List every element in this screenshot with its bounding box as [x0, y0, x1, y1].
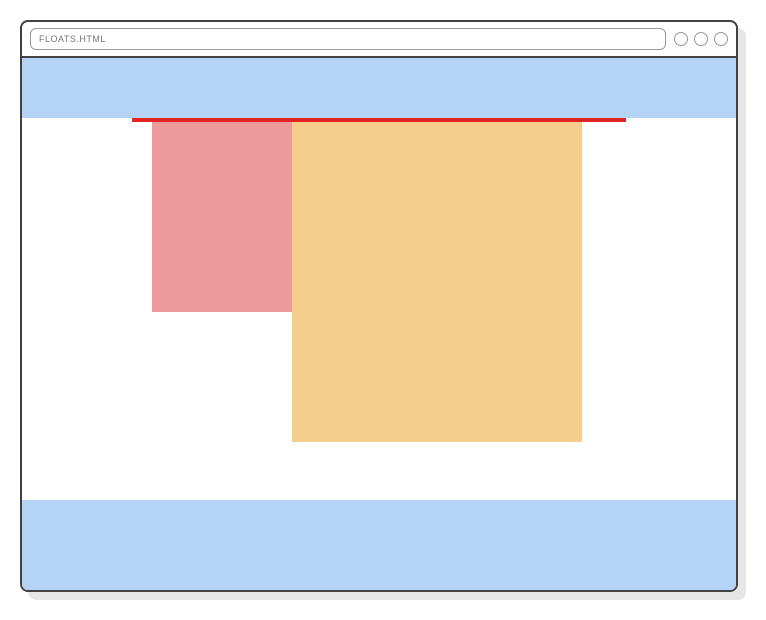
browser-window: FLOATS.HTML — [20, 20, 738, 592]
content-float — [292, 122, 582, 442]
url-bar[interactable]: FLOATS.HTML — [30, 28, 666, 50]
page-container — [132, 118, 626, 122]
browser-mockup: FLOATS.HTML — [20, 20, 746, 600]
footer-bar — [22, 500, 736, 590]
window-control-dot[interactable] — [714, 32, 728, 46]
titlebar: FLOATS.HTML — [22, 22, 736, 58]
viewport — [22, 58, 736, 590]
window-controls — [674, 32, 728, 46]
url-text: FLOATS.HTML — [39, 34, 106, 44]
sidebar-float — [152, 122, 292, 312]
window-control-dot[interactable] — [694, 32, 708, 46]
menu-bar — [22, 58, 736, 118]
window-control-dot[interactable] — [674, 32, 688, 46]
